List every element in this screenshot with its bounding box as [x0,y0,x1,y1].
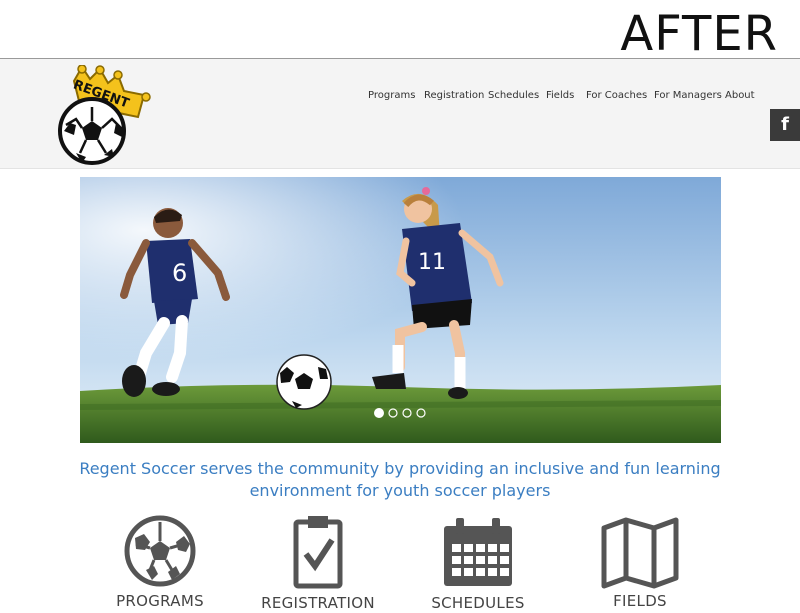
jersey-number-girl: 11 [418,250,446,275]
feature-label-registration: REGISTRATION [261,594,375,612]
nav-about[interactable]: About [725,90,755,101]
facebook-icon[interactable]: f [770,109,800,141]
tagline-line-2: environment for youth soccer players [249,481,551,500]
feature-label-schedules: SCHEDULES [431,594,525,612]
nav-for-coaches[interactable]: For Coaches [586,90,647,101]
nav-registration[interactable]: Registration [424,90,484,101]
feature-programs[interactable]: PROGRAMS [90,514,230,613]
nav-programs[interactable]: Programs [368,90,415,101]
hero-slider[interactable]: 6 11 [80,177,721,443]
hero-image: 6 11 [80,177,721,443]
calendar-icon [444,518,512,586]
feature-schedules[interactable]: SCHEDULES [408,514,548,613]
feature-label-fields: FIELDS [613,592,667,610]
feature-registration[interactable]: REGISTRATION [248,514,388,613]
feature-label-programs: PROGRAMS [116,592,204,610]
nav-fields[interactable]: Fields [546,90,574,101]
after-label: AFTER [620,6,778,62]
main-nav: Programs Registration Schedules Fields F… [0,90,800,104]
regent-logo[interactable]: REGENT [52,64,156,165]
jersey-number-boy: 6 [172,259,187,287]
nav-schedules[interactable]: Schedules [488,90,539,101]
clipboard-check-icon [293,516,343,589]
feature-fields[interactable]: FIELDS [570,514,710,613]
tagline: Regent Soccer serves the community by pr… [0,458,800,502]
soccer-ball-icon [124,515,196,587]
logo-graphic [58,64,151,165]
tagline-line-1: Regent Soccer serves the community by pr… [79,459,721,478]
site-header: REGENT Programs Registration Schedules F… [0,59,800,169]
map-icon [601,517,679,589]
nav-for-managers[interactable]: For Managers [654,90,722,101]
